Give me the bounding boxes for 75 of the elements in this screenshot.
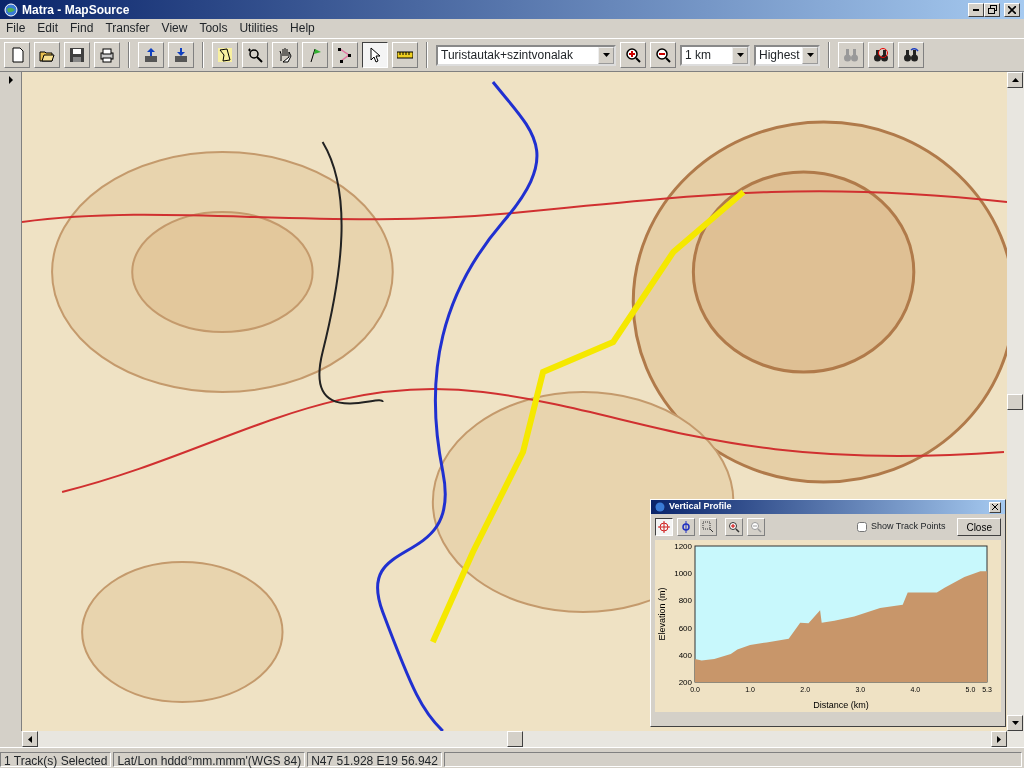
zoom-icon[interactable] (242, 42, 268, 68)
scroll-right-button[interactable] (991, 731, 1007, 747)
menu-item[interactable]: View (155, 19, 194, 38)
app-icon (655, 502, 665, 512)
dropdown[interactable]: Turistautak+szintvonalak (436, 44, 616, 66)
restore-button[interactable] (984, 2, 1000, 17)
close-button[interactable] (1004, 2, 1020, 17)
menu-item[interactable]: Transfer (99, 19, 156, 38)
tick-label: 600 (678, 623, 692, 633)
ruler-icon[interactable] (392, 42, 418, 68)
scroll-left-button[interactable] (22, 731, 38, 747)
restore-icon (987, 5, 997, 14)
zoom-box-icon[interactable] (699, 518, 717, 536)
upload-device-icon[interactable] (138, 42, 164, 68)
tick-label: 1200 (674, 542, 692, 551)
menu-item[interactable]: Help (284, 19, 321, 38)
app-icon (4, 2, 18, 17)
status-text: Lat/Lon hddd°mm.mmm'(WGS 84) (113, 752, 306, 767)
caret-icon (602, 53, 610, 57)
window-title: Vertical Profile (669, 500, 732, 514)
status-text: 1 Track(s) Selected (0, 752, 112, 767)
tick-label: 200 (678, 678, 692, 687)
document-icon[interactable] (4, 42, 30, 68)
close-icon (1008, 5, 1016, 14)
axis-title: Elevation (m) (657, 587, 667, 641)
minimize-icon (973, 8, 979, 11)
expand-icon[interactable] (8, 76, 13, 84)
zoom-in-button[interactable] (620, 42, 646, 68)
zoom-out-icon (655, 47, 671, 63)
left-arrow-icon (28, 735, 32, 743)
route-icon[interactable] (332, 42, 358, 68)
checkbox-label: Show Track Points (870, 520, 946, 534)
zoom-out-icon[interactable] (747, 518, 765, 536)
tick-label: 800 (678, 596, 692, 606)
zoom-out-button[interactable] (650, 42, 676, 68)
checkbox[interactable] (856, 522, 867, 532)
minimize-button[interactable] (968, 2, 984, 17)
right-arrow-icon (997, 735, 1001, 743)
marker-icon[interactable] (677, 518, 695, 536)
scroll-thumb[interactable] (1007, 393, 1023, 410)
status-text: N47 51.928 E19 56.942 (307, 752, 442, 767)
download-device-icon[interactable] (168, 42, 194, 68)
scroll-down-button[interactable] (1007, 715, 1023, 731)
zoom-in-icon (625, 47, 641, 63)
flag-icon[interactable] (302, 42, 328, 68)
crosshair-icon[interactable] (655, 518, 673, 536)
caret-icon (736, 53, 744, 57)
up-arrow-icon (1011, 78, 1019, 82)
printer-icon[interactable] (94, 42, 120, 68)
close-icon (992, 504, 998, 510)
dropdown[interactable]: Highest (754, 44, 820, 66)
hand-icon[interactable] (272, 42, 298, 68)
axis-title: Distance (km) (813, 700, 869, 710)
menu-item[interactable]: File (0, 19, 32, 38)
menu-item[interactable]: Edit (31, 19, 65, 38)
caret-icon (806, 53, 814, 57)
pointer-icon[interactable] (362, 42, 388, 68)
tick-label: 1000 (674, 569, 692, 579)
tick-label: 400 (678, 650, 692, 660)
window-title: Matra - MapSource (22, 1, 130, 19)
menu-item[interactable]: Find (64, 19, 100, 38)
menu-item[interactable]: Utilities (233, 19, 285, 38)
close-button[interactable] (989, 501, 1001, 513)
dropdown[interactable]: 1 km (680, 44, 750, 66)
scroll-thumb[interactable] (506, 731, 523, 747)
map-outline-icon[interactable] (212, 42, 238, 68)
zoom-in-icon[interactable] (725, 518, 743, 536)
down-arrow-icon (1011, 721, 1019, 725)
close-button[interactable]: Close (957, 518, 1001, 536)
menu-item[interactable]: Tools (193, 19, 234, 38)
binoculars-icon[interactable] (868, 42, 894, 68)
floppy-icon[interactable] (64, 42, 90, 68)
binoculars-icon[interactable] (898, 42, 924, 68)
folder-icon[interactable] (34, 42, 60, 68)
scroll-up-button[interactable] (1007, 72, 1023, 88)
